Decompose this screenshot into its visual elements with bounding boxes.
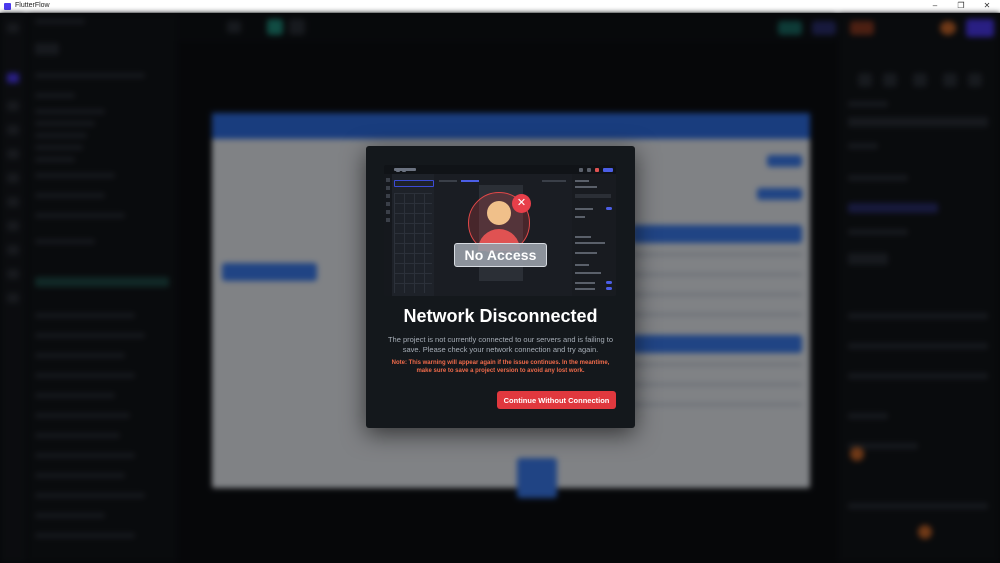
restore-button[interactable]: ❐ xyxy=(948,0,974,12)
dialog-title: Network Disconnected xyxy=(403,306,598,326)
window-title: FlutterFlow xyxy=(15,2,50,9)
no-access-label: No Access xyxy=(454,243,547,267)
flutterflow-logo-icon xyxy=(4,2,11,10)
continue-without-connection-button[interactable]: Continue Without Connection xyxy=(497,391,616,409)
dialog-message: The project is not currently connected t… xyxy=(387,335,614,354)
close-icon: ✕ xyxy=(512,194,531,213)
no-access-illustration xyxy=(384,165,616,296)
close-window-button[interactable]: ✕ xyxy=(974,0,1000,12)
window-titlebar: FlutterFlow – ❐ ✕ xyxy=(0,0,1000,13)
window-controls: – ❐ ✕ xyxy=(922,0,1000,12)
dialog-note: Note: This warning will appear again if … xyxy=(391,360,610,374)
user-avatar-icon xyxy=(487,201,511,225)
minimize-button[interactable]: – xyxy=(922,0,948,12)
network-disconnected-dialog: ✕ No Access Network Disconnected The pro… xyxy=(366,146,635,428)
